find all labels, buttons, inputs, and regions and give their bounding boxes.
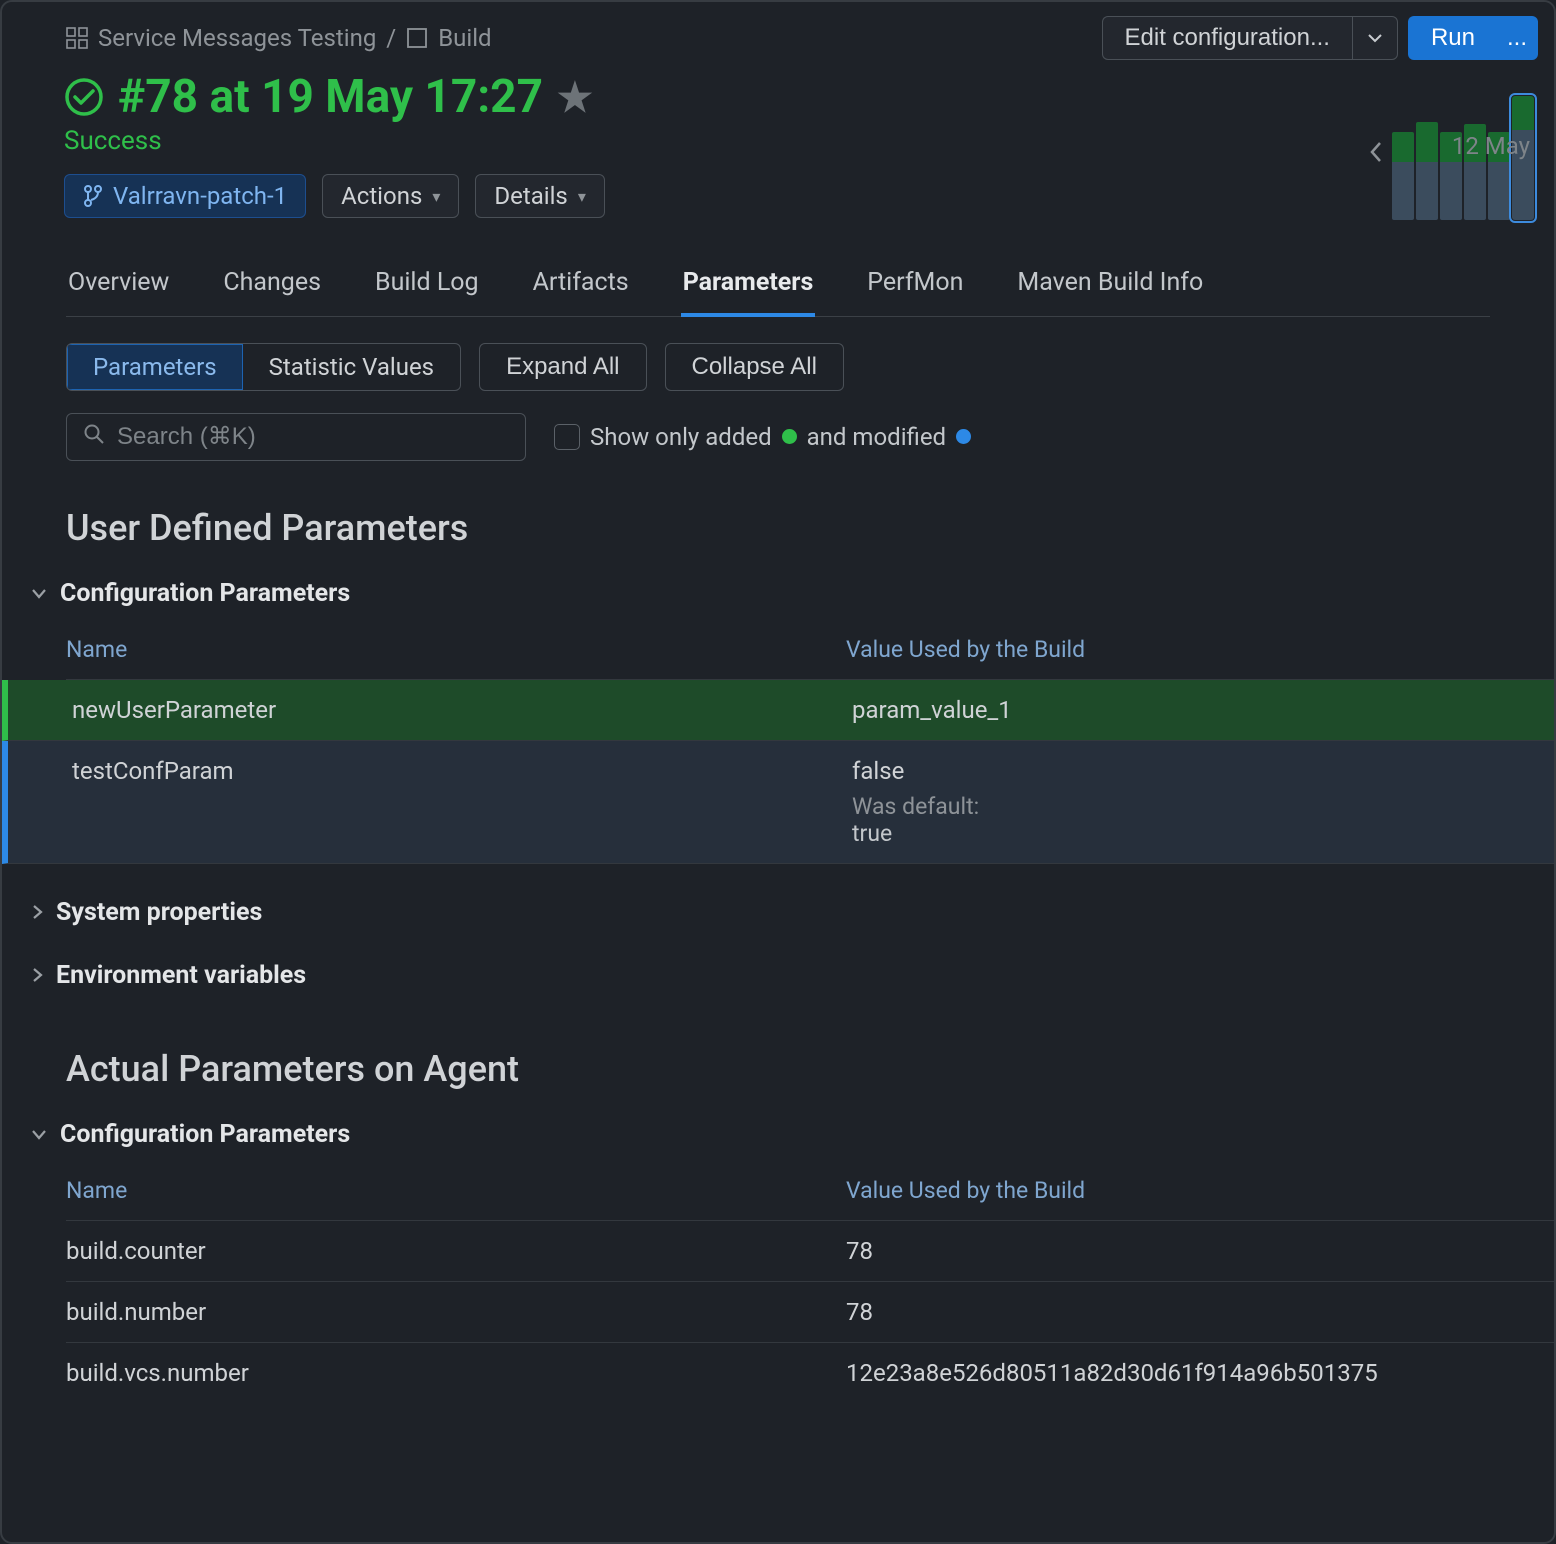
col-name-header[interactable]: Name	[66, 1177, 846, 1204]
chart-bar[interactable]	[1464, 124, 1486, 220]
param-value: 78	[846, 1298, 1534, 1326]
tab-overview[interactable]: Overview	[66, 268, 171, 316]
param-name: newUserParameter	[72, 696, 852, 724]
added-dot-icon	[782, 429, 797, 444]
chevron-down-icon	[30, 586, 48, 600]
chart-bar[interactable]	[1488, 132, 1510, 220]
tab-changes[interactable]: Changes	[221, 268, 323, 316]
user-params-table: Name Value Used by the Build newUserPara…	[66, 620, 1554, 864]
table-row[interactable]: testConfParamfalseWas default:true	[2, 741, 1554, 864]
build-history-chart[interactable]: 12 May	[1392, 90, 1534, 220]
col-name-header[interactable]: Name	[66, 636, 846, 663]
tab-artifacts[interactable]: Artifacts	[531, 268, 631, 316]
chevron-down-icon	[30, 1127, 48, 1141]
section-user-defined: User Defined Parameters	[66, 507, 1490, 549]
breadcrumb: Service Messages Testing / Build	[66, 24, 492, 52]
actions-label: Actions	[341, 182, 422, 210]
modified-dot-icon	[956, 429, 971, 444]
tab-maven-build-info[interactable]: Maven Build Info	[1015, 268, 1205, 316]
table-row[interactable]: build.counter78	[66, 1221, 1554, 1282]
edit-configuration-dropdown[interactable]	[1352, 16, 1398, 60]
param-name: testConfParam	[72, 757, 852, 785]
param-name: build.vcs.number	[66, 1359, 846, 1387]
project-icon	[66, 27, 88, 49]
segment-parameters[interactable]: Parameters	[67, 344, 243, 390]
show-only-changed-checkbox[interactable]	[554, 424, 580, 450]
subsection-agent-config-params[interactable]: Configuration Parameters	[30, 1120, 1554, 1149]
branch-icon	[83, 184, 103, 208]
param-name: build.counter	[66, 1237, 846, 1265]
section-agent-params: Actual Parameters on Agent	[66, 1048, 1490, 1090]
edit-configuration-button[interactable]: Edit configuration...	[1102, 16, 1352, 60]
build-status: Success	[64, 126, 1350, 156]
chevron-right-icon	[30, 903, 44, 921]
breadcrumb-config[interactable]: Build	[438, 24, 491, 52]
view-segmented-control: Parameters Statistic Values	[66, 343, 461, 391]
subsection-system-properties[interactable]: System properties	[30, 898, 1554, 927]
param-default: Was default:true	[852, 793, 1534, 847]
breadcrumb-separator: /	[386, 24, 396, 52]
tab-parameters[interactable]: Parameters	[681, 268, 816, 317]
success-icon	[64, 77, 104, 117]
search-box[interactable]	[66, 413, 526, 461]
subsection-title: Environment variables	[56, 961, 306, 990]
agent-params-table: Name Value Used by the Build build.count…	[66, 1161, 1554, 1403]
chart-bar[interactable]	[1416, 122, 1438, 220]
table-row[interactable]: build.number78	[66, 1282, 1554, 1343]
chart-bar[interactable]	[1512, 96, 1534, 220]
subsection-title: System properties	[56, 898, 262, 927]
chart-bar[interactable]	[1440, 132, 1462, 220]
tab-build-log[interactable]: Build Log	[373, 268, 481, 316]
search-input[interactable]	[117, 423, 509, 451]
chart-prev-icon[interactable]	[1368, 140, 1384, 171]
filter-label-added: Show only added	[590, 423, 772, 451]
details-button[interactable]: Details ▾	[475, 174, 604, 218]
chevron-down-icon: ▾	[578, 187, 586, 206]
filter-label-modified: and modified	[807, 423, 946, 451]
subsection-environment-variables[interactable]: Environment variables	[30, 961, 1554, 990]
tab-bar: Overview Changes Build Log Artifacts Paramet…	[66, 268, 1490, 317]
chevron-right-icon	[30, 966, 44, 984]
subsection-title: Configuration Parameters	[60, 1120, 350, 1149]
table-row[interactable]: build.vcs.number12e23a8e526d80511a82d30d…	[66, 1343, 1554, 1403]
col-value-header[interactable]: Value Used by the Build	[846, 1177, 1534, 1204]
param-value: falseWas default:true	[852, 757, 1534, 847]
tab-perfmon[interactable]: PerfMon	[865, 268, 965, 316]
param-value: 12e23a8e526d80511a82d30d61f914a96b501375	[846, 1359, 1534, 1387]
subsection-title: Configuration Parameters	[60, 579, 350, 608]
search-icon	[83, 423, 105, 451]
chevron-down-icon: ▾	[432, 187, 440, 206]
breadcrumb-project[interactable]: Service Messages Testing	[98, 24, 376, 52]
expand-all-button[interactable]: Expand All	[479, 343, 646, 391]
branch-name: Valrravn-patch-1	[113, 182, 287, 210]
col-value-header[interactable]: Value Used by the Build	[846, 636, 1534, 663]
run-more-button[interactable]: ...	[1497, 16, 1538, 60]
branch-chip[interactable]: Valrravn-patch-1	[64, 174, 306, 218]
chart-bar[interactable]	[1392, 132, 1414, 220]
param-value: 78	[846, 1237, 1534, 1265]
run-button[interactable]: Run	[1408, 16, 1497, 60]
build-title: #78 at 19 May 17:27	[118, 70, 543, 124]
details-label: Details	[494, 182, 567, 210]
collapse-all-button[interactable]: Collapse All	[665, 343, 844, 391]
segment-statistic-values[interactable]: Statistic Values	[243, 344, 460, 390]
table-row[interactable]: newUserParameterparam_value_1	[2, 680, 1554, 741]
actions-button[interactable]: Actions ▾	[322, 174, 459, 218]
param-value: param_value_1	[852, 696, 1534, 724]
param-name: build.number	[66, 1298, 846, 1326]
favorite-star-icon[interactable]: ★	[557, 74, 593, 121]
subsection-config-params[interactable]: Configuration Parameters	[30, 579, 1554, 608]
config-icon	[406, 27, 428, 49]
